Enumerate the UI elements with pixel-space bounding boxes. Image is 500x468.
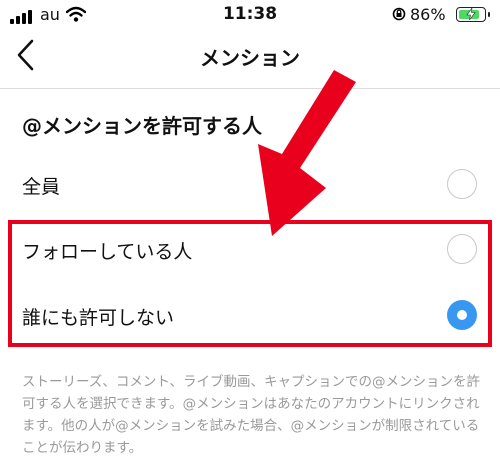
option-following[interactable]: フォローしている人: [0, 217, 500, 283]
status-bar: au 11:38 86%: [0, 0, 500, 30]
radio-button[interactable]: [447, 300, 477, 330]
battery-charging-icon: [456, 7, 490, 22]
battery-percent: 86%: [410, 5, 446, 24]
option-label: フォローしている人: [22, 241, 193, 263]
description-text: ストーリーズ、コメント、ライブ動画、キャプションでの@メンションを許可する人を選…: [22, 374, 481, 456]
bolt-icon: [466, 8, 476, 20]
radio-button[interactable]: [447, 169, 477, 199]
radio-button[interactable]: [447, 234, 477, 264]
page-title: メンション: [200, 46, 300, 70]
header: メンション: [0, 30, 500, 82]
section-title: @メンションを許可する人: [22, 114, 262, 138]
header-divider: [0, 88, 500, 89]
option-everyone[interactable]: 全員: [0, 152, 500, 218]
option-label: 誰にも許可しない: [22, 307, 175, 329]
option-no-one[interactable]: 誰にも許可しない: [0, 283, 500, 349]
option-label: 全員: [22, 176, 61, 198]
rotation-lock-icon: [392, 7, 406, 21]
